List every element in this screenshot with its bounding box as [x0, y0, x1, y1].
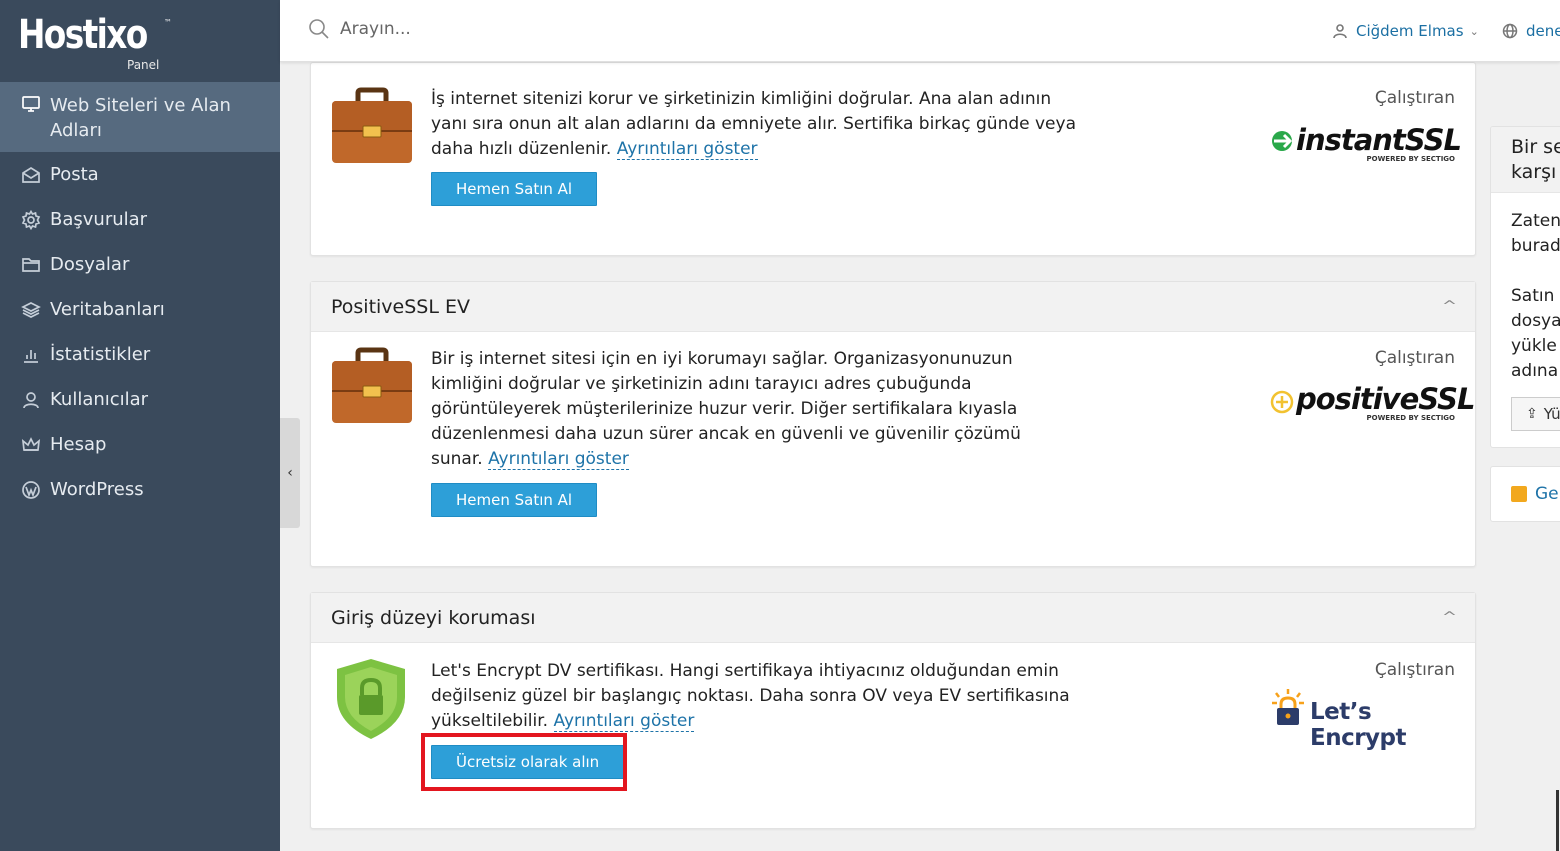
details-link[interactable]: Ayrıntıları göster: [616, 139, 758, 160]
upload-button-label: Yü: [1543, 405, 1560, 423]
briefcase-icon: [332, 347, 412, 423]
sidebar-item-websites[interactable]: Web Siteleri ve Alan Adları: [0, 82, 280, 152]
card-title: PositiveSSL EV: [331, 295, 470, 318]
chevron-up-icon[interactable]: ^: [1442, 610, 1457, 625]
card-description: Let's Encrypt DV sertifikası. Hangi sert…: [431, 659, 1071, 734]
sidebar-item-label: Kullanıcılar: [50, 389, 149, 410]
sidebar-collapse-button[interactable]: ‹: [280, 418, 300, 528]
upload-icon: ⇪: [1526, 406, 1538, 422]
upload-certificate-panel: Bir se karşı Zaten burad Satın dosya yük…: [1490, 126, 1560, 448]
language-label: dene: [1526, 22, 1560, 40]
monitor-icon: [20, 93, 42, 115]
description-text: Let's Encrypt DV sertifikası. Hangi sert…: [431, 661, 1070, 731]
brand-sub: POWERED BY SECTIGO: [1366, 414, 1456, 422]
crown-icon: [20, 434, 42, 456]
secondary-panel[interactable]: Ge: [1490, 466, 1560, 522]
brand-main: positiveSSL: [1296, 382, 1475, 416]
run-by-label: Çalıştıran: [1374, 348, 1455, 368]
chevron-down-icon: ⌄: [1469, 24, 1479, 38]
chevron-up-icon[interactable]: ^: [1442, 299, 1457, 314]
sidebar-item-label: Hesap: [50, 434, 107, 455]
sidebar-item-mail[interactable]: Posta: [0, 152, 280, 197]
search-icon: [309, 19, 329, 39]
upload-button[interactable]: ⇪ Yü: [1511, 397, 1560, 431]
get-free-button[interactable]: Ücretsiz olarak alın: [431, 745, 625, 779]
sidebar: Hostixo ™ Panel Web Siteleri ve Alan Adl…: [0, 0, 280, 851]
card-title: Giriş düzeyi koruması: [331, 606, 536, 629]
globe-icon: [1502, 23, 1518, 39]
sidebar-item-databases[interactable]: Veritabanları: [0, 287, 280, 332]
brand-name: Hostixo: [18, 12, 148, 58]
search-box: [308, 18, 640, 40]
sidebar-item-statistics[interactable]: İstatistikler: [0, 332, 280, 377]
sidebar-item-label: Posta: [50, 164, 99, 185]
sidebar-item-users[interactable]: Kullanıcılar: [0, 377, 280, 422]
topbar: Ciğdem Elmas ⌄ dene: [280, 0, 1560, 62]
brand-sub: POWERED BY SECTIGO: [1366, 155, 1456, 163]
card-description: Bir iş internet sitesi için en iyi korum…: [431, 347, 1031, 472]
brand-tm: ™: [164, 18, 172, 27]
mail-icon: [20, 164, 42, 186]
sidebar-item-label: WordPress: [50, 479, 144, 500]
user-icon: [1333, 24, 1347, 39]
gear-icon: [20, 209, 42, 231]
lets-encrypt-logo: Let’s Encrypt: [1270, 687, 1455, 751]
user-icon: [20, 389, 42, 411]
sidebar-item-account[interactable]: Hesap: [0, 422, 280, 467]
scrollbar[interactable]: [1556, 790, 1559, 851]
ssl-card-instantssl: İş internet sitenizi korur ve şirketiniz…: [310, 62, 1476, 256]
sidebar-item-label: Başvurular: [50, 209, 148, 230]
instantssl-logo: instantSSL POWERED BY SECTIGO: [1270, 123, 1462, 163]
folder-icon: [20, 254, 42, 276]
buy-now-button[interactable]: Hemen Satın Al: [431, 172, 598, 206]
card-description: İş internet sitenizi korur ve şirketiniz…: [431, 87, 1081, 162]
details-link[interactable]: Ayrıntıları göster: [553, 711, 695, 732]
database-icon: [20, 299, 42, 321]
sidebar-item-label: İstatistikler: [50, 344, 151, 365]
panel-title: Bir se karşı: [1491, 127, 1560, 193]
user-menu[interactable]: Ciğdem Elmas ⌄: [1332, 22, 1479, 40]
sidebar-item-label: Dosyalar: [50, 254, 130, 275]
brand-sub: Panel: [127, 58, 160, 72]
sidebar-item-applications[interactable]: Başvurular: [0, 197, 280, 242]
certificate-icon: [1511, 486, 1527, 502]
panel-text: Zaten burad Satın dosya yükle adına: [1511, 211, 1560, 381]
details-link[interactable]: Ayrıntıları göster: [488, 449, 629, 470]
search-input[interactable]: [340, 19, 640, 39]
run-by-label: Çalıştıran: [1374, 660, 1455, 680]
sidebar-item-label: Veritabanları: [50, 299, 165, 320]
card-header[interactable]: Giriş düzeyi koruması ^: [311, 593, 1475, 643]
bar-chart-icon: [20, 344, 42, 366]
lets-encrypt-logo-mark: [1272, 689, 1304, 725]
language-menu[interactable]: dene: [1502, 22, 1560, 40]
brand-logo[interactable]: Hostixo ™ Panel: [0, 0, 280, 82]
secondary-link: Ge: [1535, 484, 1559, 504]
shield-lock-icon: [337, 659, 405, 739]
briefcase-icon: [332, 87, 412, 163]
sidebar-item-wordpress[interactable]: WordPress: [0, 467, 280, 512]
brand-main: Let’s Encrypt: [1310, 699, 1407, 751]
brand-main: instantSSL: [1296, 123, 1462, 157]
wordpress-icon: [20, 479, 42, 501]
run-by-label: Çalıştıran: [1374, 88, 1455, 108]
sidebar-item-files[interactable]: Dosyalar: [0, 242, 280, 287]
sidebar-item-label: Web Siteleri ve Alan Adları: [50, 95, 231, 141]
positivessl-logo: positiveSSL POWERED BY SECTIGO: [1270, 382, 1475, 422]
card-header[interactable]: PositiveSSL EV ^: [311, 282, 1475, 332]
chevron-left-icon: ‹: [287, 465, 293, 481]
user-name: Ciğdem Elmas: [1356, 22, 1464, 40]
ssl-card-lets-encrypt: Giriş düzeyi koruması ^ Let's Encrypt DV…: [310, 592, 1476, 829]
buy-now-button[interactable]: Hemen Satın Al: [431, 483, 598, 517]
ssl-card-positivessl-ev: PositiveSSL EV ^ Bir iş internet sitesi …: [310, 281, 1476, 567]
